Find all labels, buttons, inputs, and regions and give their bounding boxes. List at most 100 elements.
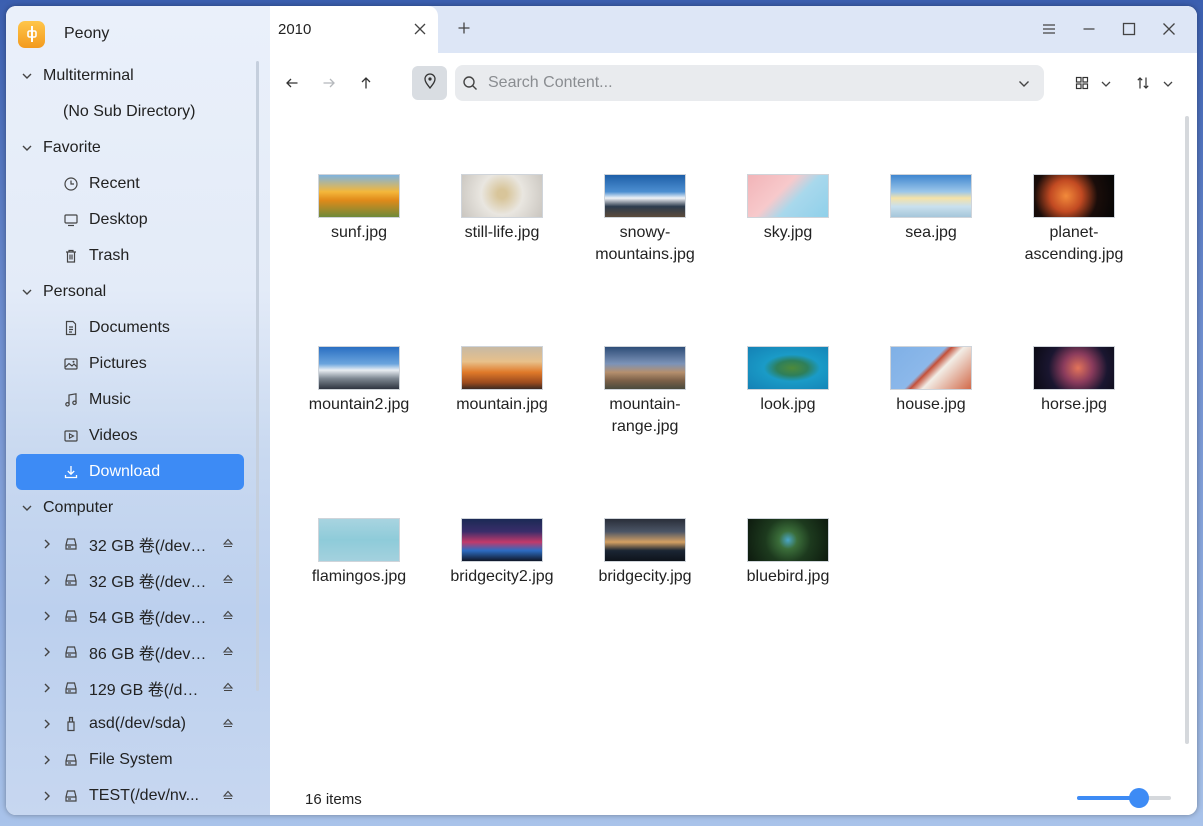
drive-icon: [63, 644, 79, 660]
picture-icon: [63, 356, 79, 372]
file-item[interactable]: flamingos.jpg: [294, 518, 424, 588]
forward-arrow-icon[interactable]: [322, 76, 336, 95]
sidebar-item-documents[interactable]: Documents: [16, 310, 244, 346]
file-name: mountain-range.jpg: [580, 394, 710, 438]
sidebar-item-download[interactable]: Download: [16, 454, 244, 490]
file-view-scrollbar[interactable]: [1185, 116, 1189, 744]
file-name-line: bridgecity2.jpg: [450, 568, 554, 585]
drive-icon: [63, 608, 79, 624]
file-name: look.jpg: [723, 394, 853, 416]
sidebar-item-label: 54 GB 卷(/dev/...: [89, 610, 207, 627]
tab-close-icon[interactable]: [413, 22, 427, 41]
file-item[interactable]: sea.jpg: [866, 174, 996, 244]
sidebar-item-device[interactable]: 86 GB 卷(/dev/...: [16, 634, 244, 670]
sidebar-item-label: (No Sub Directory): [63, 103, 196, 120]
file-item[interactable]: house.jpg: [866, 346, 996, 416]
chevron-down-icon[interactable]: [20, 141, 34, 155]
grid-view-icon[interactable]: [1075, 76, 1089, 95]
sidebar-item-device[interactable]: File System: [16, 742, 244, 778]
file-item[interactable]: bridgecity.jpg: [580, 518, 710, 588]
zoom-slider[interactable]: [1077, 788, 1171, 808]
sidebar-item-label: 86 GB 卷(/dev/...: [89, 646, 207, 663]
new-tab-plus-icon[interactable]: [457, 21, 471, 40]
chevron-right-icon[interactable]: [40, 645, 54, 659]
sidebar-item-music[interactable]: Music: [16, 382, 244, 418]
file-item[interactable]: planet-ascending.jpg: [1009, 174, 1139, 266]
file-item[interactable]: horse.jpg: [1009, 346, 1139, 416]
sidebar-scrollbar[interactable]: [256, 61, 259, 691]
eject-icon[interactable]: [222, 681, 234, 693]
up-arrow-icon[interactable]: [359, 76, 373, 95]
sidebar-section-favorite[interactable]: Favorite: [16, 130, 244, 166]
file-item[interactable]: sky.jpg: [723, 174, 853, 244]
back-arrow-icon[interactable]: [285, 76, 299, 95]
sidebar-item-device[interactable]: 54 GB 卷(/dev/...: [16, 598, 244, 634]
chevron-right-icon[interactable]: [40, 609, 54, 623]
view-options-chevron-down-icon[interactable]: [1100, 77, 1112, 95]
chevron-right-icon[interactable]: [40, 537, 54, 551]
sidebar-item-videos[interactable]: Videos: [16, 418, 244, 454]
sidebar-section-computer[interactable]: Computer: [16, 490, 244, 526]
sidebar-item-label: Download: [89, 463, 161, 480]
location-pin-button[interactable]: [412, 66, 447, 100]
file-item[interactable]: snowy-mountains.jpg: [580, 174, 710, 266]
sidebar-item-label: Videos: [89, 427, 138, 444]
sidebar-item-device[interactable]: asd(/dev/sda): [16, 706, 244, 742]
eject-icon[interactable]: [222, 789, 234, 801]
file-name-line: bluebird.jpg: [746, 568, 830, 585]
sidebar-item-device[interactable]: 32 GB 卷(/dev/...: [16, 562, 244, 598]
sidebar-item-pictures[interactable]: Pictures: [16, 346, 244, 382]
file-item[interactable]: mountain-range.jpg: [580, 346, 710, 438]
file-thumbnail: [461, 174, 543, 218]
app-header: Peony: [18, 18, 109, 50]
chevron-right-icon[interactable]: [40, 789, 54, 803]
file-item[interactable]: look.jpg: [723, 346, 853, 416]
maximize-icon[interactable]: [1122, 22, 1136, 41]
zoom-slider-handle[interactable]: [1129, 788, 1150, 808]
sidebar-item-device[interactable]: TEST(/dev/nv...: [16, 778, 244, 814]
search-box[interactable]: [455, 65, 1044, 101]
file-item[interactable]: mountain.jpg: [437, 346, 567, 416]
file-item[interactable]: still-life.jpg: [437, 174, 567, 244]
file-item[interactable]: sunf.jpg: [294, 174, 424, 244]
search-input[interactable]: [488, 72, 1008, 94]
file-item[interactable]: bridgecity2.jpg: [437, 518, 567, 588]
file-name: bridgecity2.jpg: [437, 566, 567, 588]
chevron-down-icon[interactable]: [20, 285, 34, 299]
sort-options-chevron-down-icon[interactable]: [1162, 77, 1174, 95]
trash-icon: [63, 248, 79, 264]
sidebar-item-device[interactable]: 129 GB 卷(/dev...: [16, 670, 244, 706]
sidebar-item-recent[interactable]: Recent: [16, 166, 244, 202]
eject-icon[interactable]: [222, 573, 234, 585]
file-name-line: house.jpg: [896, 396, 966, 413]
chevron-down-icon[interactable]: [1017, 77, 1031, 96]
tab-2010[interactable]: 2010: [270, 6, 438, 53]
file-item[interactable]: mountain2.jpg: [294, 346, 424, 416]
minimize-icon[interactable]: [1082, 22, 1096, 41]
sidebar-item-device[interactable]: 32 GB 卷(/dev/...: [16, 526, 244, 562]
chevron-right-icon[interactable]: [40, 717, 54, 731]
file-name-line: mountain-: [609, 396, 681, 413]
sidebar-section-multiterminal[interactable]: Multiterminal: [16, 58, 244, 94]
eject-icon[interactable]: [222, 537, 234, 549]
file-name-line: sunf.jpg: [330, 224, 388, 241]
drive-icon: [63, 752, 79, 768]
music-icon: [63, 392, 79, 408]
menu-hamburger-icon[interactable]: [1042, 22, 1056, 41]
eject-icon[interactable]: [222, 645, 234, 657]
sidebar-section-personal[interactable]: Personal: [16, 274, 244, 310]
eject-icon[interactable]: [222, 717, 234, 729]
sort-icon[interactable]: [1136, 76, 1150, 95]
sidebar-item-trash[interactable]: Trash: [16, 238, 244, 274]
chevron-right-icon[interactable]: [40, 681, 54, 695]
chevron-down-icon[interactable]: [20, 69, 34, 83]
file-thumbnail: [747, 518, 829, 562]
chevron-down-icon[interactable]: [20, 501, 34, 515]
chevron-right-icon[interactable]: [40, 573, 54, 587]
chevron-right-icon[interactable]: [40, 753, 54, 767]
file-item[interactable]: bluebird.jpg: [723, 518, 853, 588]
sidebar-item-desktop[interactable]: Desktop: [16, 202, 244, 238]
close-window-icon[interactable]: [1162, 22, 1176, 41]
eject-icon[interactable]: [222, 609, 234, 621]
file-name-line: snowy-: [619, 224, 671, 241]
